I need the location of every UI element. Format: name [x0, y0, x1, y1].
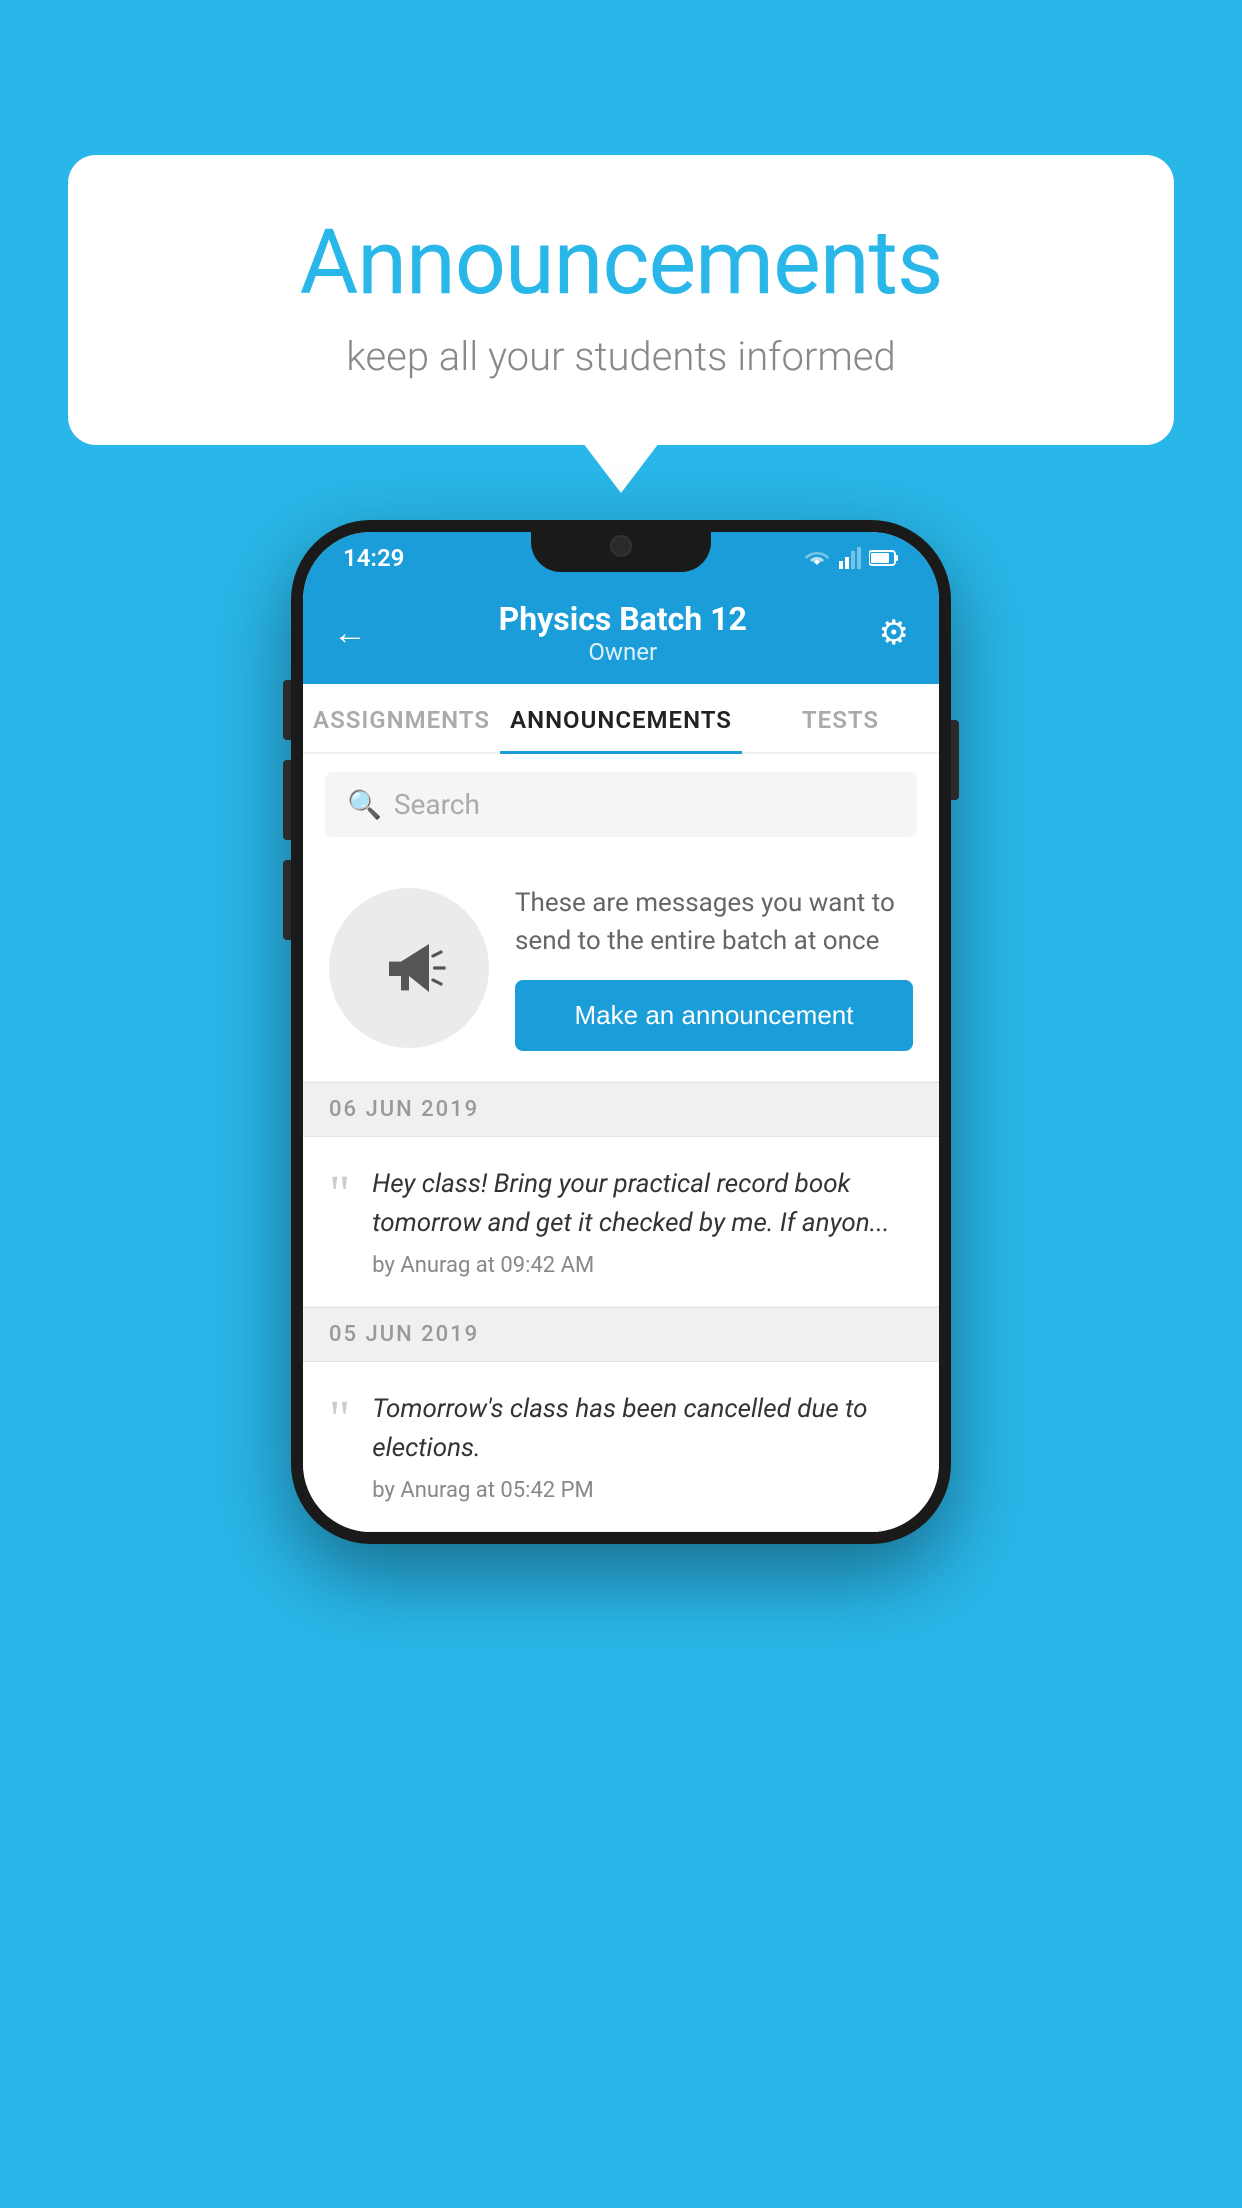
tab-assignments[interactable]: ASSIGNMENTS: [303, 684, 500, 752]
cta-section: These are messages you want to send to t…: [303, 855, 939, 1082]
speech-bubble-container: Announcements keep all your students inf…: [68, 155, 1174, 445]
megaphone-icon: [369, 928, 449, 1008]
tab-tests[interactable]: TESTS: [742, 684, 939, 752]
phone-btn-vol-up: [283, 680, 291, 740]
date-separator-2: 05 JUN 2019: [303, 1307, 939, 1362]
phone-mockup: 14:29: [291, 520, 951, 1544]
search-icon: 🔍: [347, 788, 382, 821]
search-input-wrap[interactable]: 🔍 Search: [325, 772, 917, 837]
announcement-icon-circle: [329, 888, 489, 1048]
status-icons: [803, 547, 899, 569]
search-bar: 🔍 Search: [303, 754, 939, 855]
announcement-content-1: Hey class! Bring your practical record b…: [372, 1165, 913, 1278]
tab-announcements[interactable]: ANNOUNCEMENTS: [500, 684, 742, 752]
quote-icon-2: ": [329, 1394, 350, 1446]
speech-bubble: Announcements keep all your students inf…: [68, 155, 1174, 445]
announcement-meta-1: by Anurag at 09:42 AM: [372, 1253, 913, 1278]
back-button[interactable]: ←: [333, 613, 367, 653]
announcement-item-1[interactable]: " Hey class! Bring your practical record…: [303, 1137, 939, 1307]
search-placeholder: Search: [394, 788, 480, 821]
cta-right: These are messages you want to send to t…: [515, 885, 913, 1051]
app-header: ← Physics Batch 12 Owner ⚙: [303, 582, 939, 684]
announcement-content-2: Tomorrow's class has been cancelled due …: [372, 1390, 913, 1503]
make-announcement-button[interactable]: Make an announcement: [515, 980, 913, 1051]
announcement-item-2[interactable]: " Tomorrow's class has been cancelled du…: [303, 1362, 939, 1532]
announcement-meta-2: by Anurag at 05:42 PM: [372, 1478, 913, 1503]
phone-camera: [610, 535, 632, 557]
phone-body: 14:29: [291, 520, 951, 1544]
phone-btn-silent: [283, 860, 291, 940]
cta-description: These are messages you want to send to t…: [515, 885, 913, 960]
tabs: ASSIGNMENTS ANNOUNCEMENTS TESTS: [303, 684, 939, 754]
phone-btn-power: [951, 720, 959, 800]
signal-icon: [839, 547, 861, 569]
date-separator-1: 06 JUN 2019: [303, 1082, 939, 1137]
settings-icon[interactable]: ⚙: [879, 613, 909, 653]
phone-screen: 14:29: [303, 532, 939, 1532]
announcement-text-1: Hey class! Bring your practical record b…: [372, 1165, 913, 1243]
announcement-text-2: Tomorrow's class has been cancelled due …: [372, 1390, 913, 1468]
header-title: Physics Batch 12: [499, 600, 747, 638]
speech-bubble-subtitle: keep all your students informed: [128, 333, 1114, 380]
phone-btn-vol-down: [283, 760, 291, 840]
header-title-block: Physics Batch 12 Owner: [499, 600, 747, 666]
wifi-icon: [803, 547, 831, 569]
status-time: 14:29: [343, 544, 404, 572]
header-subtitle: Owner: [499, 638, 747, 666]
battery-icon: [869, 549, 899, 567]
quote-icon-1: ": [329, 1169, 350, 1221]
speech-bubble-title: Announcements: [128, 210, 1114, 315]
phone-notch: [531, 520, 711, 572]
